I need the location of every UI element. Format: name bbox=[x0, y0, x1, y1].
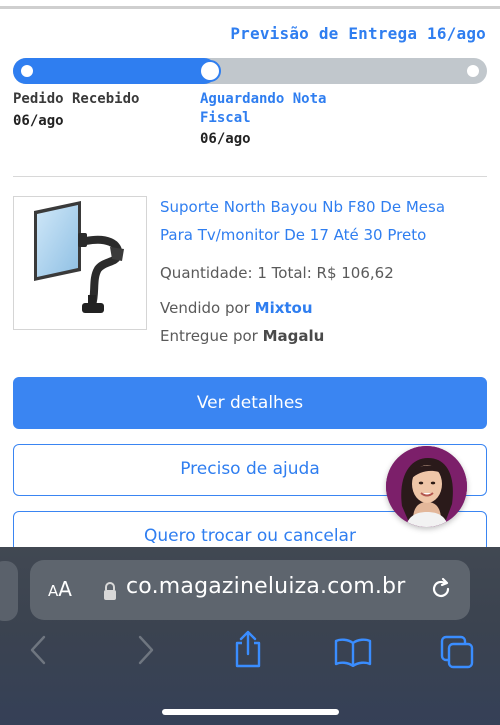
product-image[interactable] bbox=[13, 196, 147, 330]
assistant-avatar-button[interactable] bbox=[386, 446, 467, 527]
seller-link[interactable]: Mixtou bbox=[255, 299, 313, 317]
home-indicator bbox=[162, 709, 339, 715]
lock-icon bbox=[104, 582, 116, 600]
tabs-icon[interactable] bbox=[440, 635, 476, 669]
text-size-small-glyph: A bbox=[48, 582, 59, 600]
product-quantity-total: Quantidade: 1 Total: R$ 106,62 bbox=[160, 264, 394, 282]
product-title-link[interactable]: Suporte North Bayou Nb F80 De Mesa Para … bbox=[160, 193, 480, 249]
reload-icon[interactable] bbox=[428, 576, 454, 602]
step-invoice-date: 06/ago bbox=[200, 131, 251, 147]
step-invoice-label: Aguardando Nota Fiscal bbox=[200, 91, 327, 126]
product-quantity: Quantidade: 1 bbox=[160, 264, 267, 282]
assistant-avatar-icon bbox=[386, 446, 467, 527]
product-delivered-by: Entregue por Magalu bbox=[160, 327, 324, 345]
step-received-label: Pedido Recebido bbox=[13, 91, 140, 107]
step-received-date: 06/ago bbox=[13, 113, 64, 129]
view-details-button[interactable]: Ver detalhes bbox=[13, 377, 487, 429]
text-size-button[interactable]: AA bbox=[48, 577, 72, 601]
bookmarks-icon[interactable] bbox=[334, 637, 372, 667]
delivery-forecast: Previsão de Entrega 16/ago bbox=[230, 24, 486, 43]
order-progress-bar bbox=[13, 58, 487, 84]
step-received-dot bbox=[21, 65, 33, 77]
back-icon[interactable] bbox=[28, 633, 50, 667]
step-delivered-dot bbox=[467, 65, 479, 77]
share-icon[interactable] bbox=[232, 629, 264, 669]
section-divider bbox=[13, 176, 487, 177]
product-total: Total: R$ 106,62 bbox=[271, 264, 394, 282]
product-seller: Vendido por Mixtou bbox=[160, 299, 313, 317]
delivered-by-name: Magalu bbox=[262, 327, 325, 345]
top-divider bbox=[0, 6, 500, 9]
previous-tab-edge[interactable] bbox=[0, 561, 18, 621]
step-invoice-dot bbox=[199, 60, 221, 82]
address-bar[interactable]: AA co.magazineluiza.com.br bbox=[30, 560, 470, 620]
forward-icon[interactable] bbox=[134, 633, 156, 667]
text-size-large-glyph: A bbox=[58, 577, 72, 601]
delivered-by-label: Entregue por bbox=[160, 327, 258, 345]
sold-by-label: Vendido por bbox=[160, 299, 250, 317]
browser-toolbar: AA co.magazineluiza.com.br bbox=[0, 547, 500, 725]
order-progress-fill bbox=[13, 58, 217, 84]
monitor-arm-icon bbox=[34, 201, 124, 313]
url-text: co.magazineluiza.com.br bbox=[126, 574, 406, 599]
